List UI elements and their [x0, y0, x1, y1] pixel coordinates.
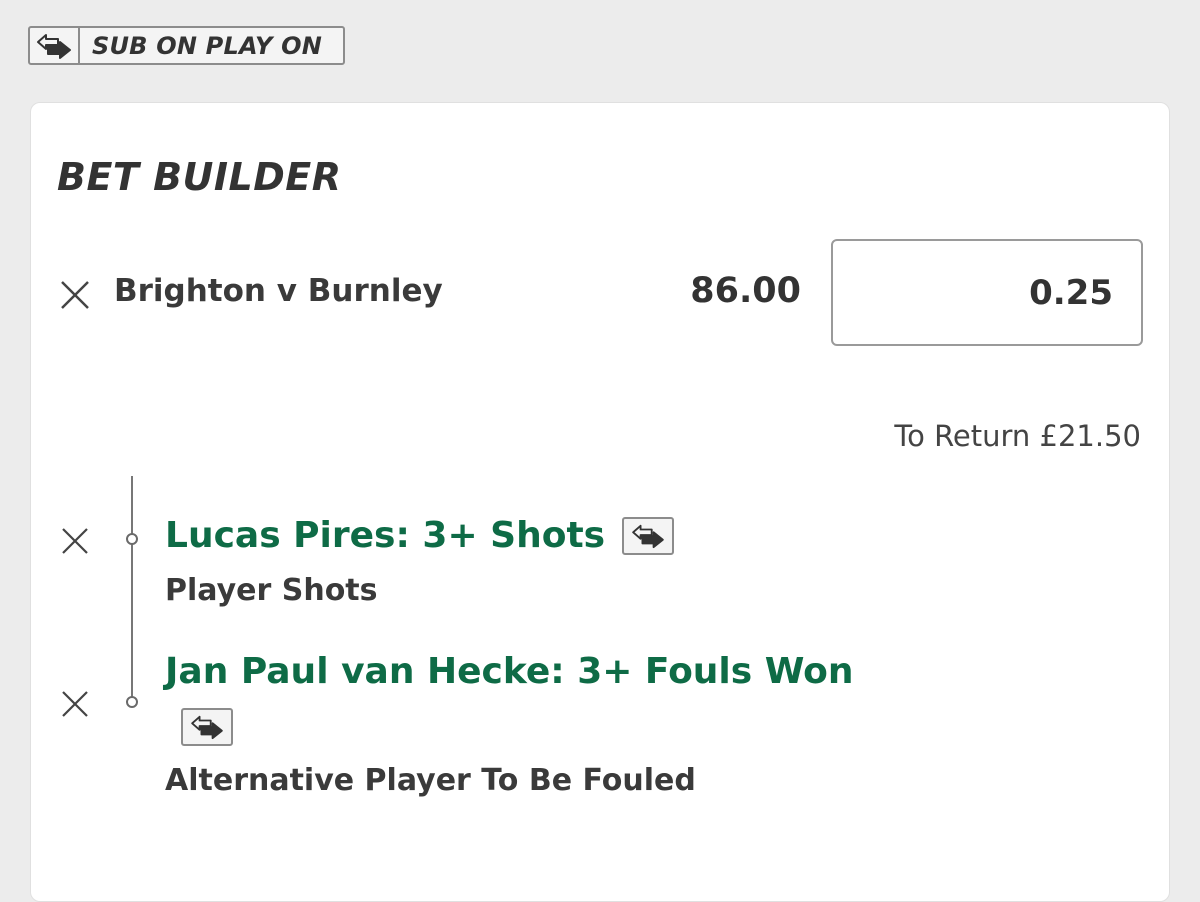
- selection-title: Jan Paul van Hecke: 3+ Fouls Won: [165, 651, 854, 692]
- match-name: Brighton v Burnley: [114, 273, 443, 309]
- selection-market: Player Shots: [165, 573, 378, 608]
- timeline-line: [131, 476, 133, 704]
- stake-input[interactable]: [831, 239, 1143, 346]
- sub-on-play-on-label: SUB ON PLAY ON: [92, 31, 322, 60]
- remove-selection-close-icon[interactable]: [61, 527, 89, 555]
- swap-arrows-icon: [30, 28, 80, 63]
- remove-bet-close-icon[interactable]: [59, 279, 91, 311]
- remove-selection-close-icon[interactable]: [61, 690, 89, 718]
- timeline-dot: [126, 533, 138, 545]
- selection-market: Alternative Player To Be Fouled: [165, 763, 696, 798]
- bet-odds: 86.00: [690, 271, 801, 311]
- bet-builder-title: BET BUILDER: [57, 155, 342, 199]
- swap-arrows-icon[interactable]: [181, 708, 233, 746]
- timeline-dot: [126, 696, 138, 708]
- to-return-text: To Return £21.50: [894, 419, 1141, 453]
- selection-title: Lucas Pires: 3+ Shots: [165, 515, 606, 556]
- sub-on-play-on-badge[interactable]: SUB ON PLAY ON: [28, 26, 345, 65]
- swap-arrows-icon[interactable]: [622, 517, 674, 555]
- bet-builder-card: BET BUILDER Brighton v Burnley 86.00 To …: [30, 102, 1170, 902]
